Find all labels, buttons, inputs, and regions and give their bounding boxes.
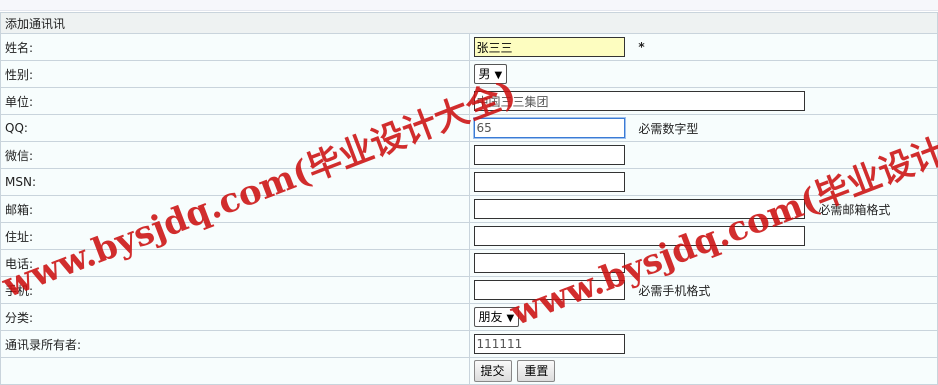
- address-label: 住址:: [0, 222, 470, 250]
- name-input[interactable]: [473, 37, 625, 57]
- phone-label: 电话:: [0, 249, 470, 277]
- form-row-phone: 电话:: [0, 249, 938, 277]
- submit-button[interactable]: 提交: [473, 360, 512, 382]
- form-row-wechat: 微信:: [0, 141, 938, 169]
- form-row-name: 姓名: *: [0, 33, 938, 61]
- form-row-gender: 性别: 男 ▼: [0, 60, 938, 88]
- mobile-hint: 必需手机格式: [638, 283, 711, 298]
- wechat-input[interactable]: [473, 145, 625, 165]
- form-row-address: 住址:: [0, 222, 938, 250]
- category-label: 分类:: [0, 303, 470, 331]
- mobile-input[interactable]: [473, 280, 625, 300]
- chevron-down-icon: ▼: [506, 313, 515, 324]
- owner-input[interactable]: [473, 334, 625, 354]
- form-row-msn: MSN:: [0, 168, 938, 196]
- form-row-actions: 提交 重置: [0, 357, 938, 385]
- form-title-row: 添加通讯讯: [0, 12, 938, 34]
- form-row-company: 单位:: [0, 87, 938, 115]
- email-label: 邮箱:: [0, 195, 470, 223]
- add-contact-form: 添加通讯讯 姓名: * 性别: 男▼ 单位: QQ: 必需数字型 微信: MSN…: [0, 12, 938, 385]
- email-input[interactable]: [473, 199, 805, 219]
- reset-button[interactable]: 重置: [517, 360, 556, 382]
- mobile-label: 手机:: [0, 276, 470, 304]
- form-row-email: 邮箱: 必需邮箱格式: [0, 195, 938, 223]
- form-title: 添加通讯讯: [0, 12, 938, 34]
- company-label: 单位:: [0, 87, 470, 115]
- qq-input[interactable]: [472, 117, 626, 139]
- form-row-category: 分类: 朋友 ▼: [0, 303, 938, 331]
- phone-input[interactable]: [473, 253, 625, 273]
- form-row-mobile: 手机: 必需手机格式: [0, 276, 938, 304]
- msn-input[interactable]: [473, 172, 625, 192]
- msn-label: MSN:: [0, 168, 470, 196]
- owner-label: 通讯录所有者:: [0, 330, 470, 358]
- wechat-label: 微信:: [0, 141, 470, 169]
- top-bar: [0, 0, 938, 11]
- qq-label: QQ:: [0, 114, 470, 142]
- company-input[interactable]: [473, 91, 805, 111]
- form-row-qq: QQ: 必需数字型: [0, 114, 938, 142]
- address-input[interactable]: [473, 226, 805, 246]
- required-mark: *: [638, 40, 645, 54]
- name-label: 姓名:: [0, 33, 470, 61]
- email-hint: 必需邮箱格式: [818, 202, 891, 217]
- category-select[interactable]: 朋友 ▼: [473, 307, 520, 327]
- chevron-down-icon: ▼: [494, 70, 503, 81]
- category-selected-value: 朋友: [478, 310, 503, 324]
- gender-selected-value: 男: [478, 67, 491, 81]
- gender-label: 性别:: [0, 60, 470, 88]
- form-row-owner: 通讯录所有者:: [0, 330, 938, 358]
- qq-hint: 必需数字型: [638, 121, 699, 136]
- gender-select[interactable]: 男 ▼: [473, 64, 508, 84]
